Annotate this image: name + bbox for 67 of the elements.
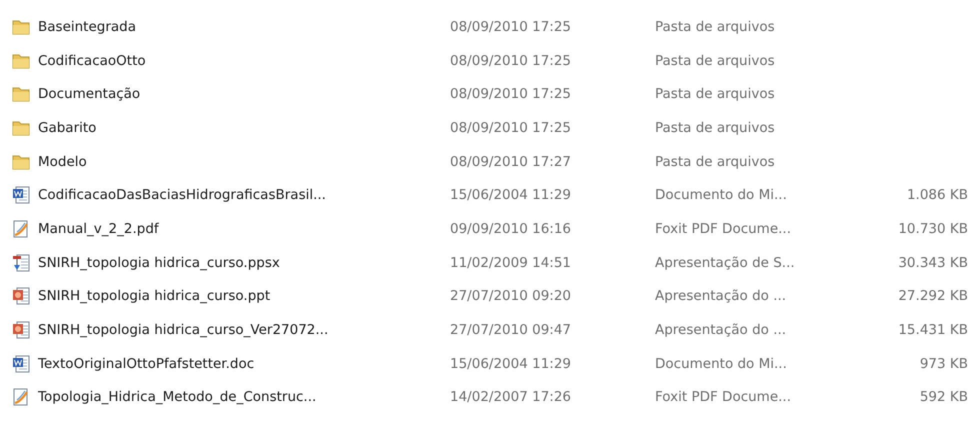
file-row[interactable]: Gabarito 08/09/2010 17:25 Pasta de arquivos bbox=[12, 111, 968, 145]
date-modified: 09/09/2010 16:16 bbox=[450, 220, 572, 237]
file-row[interactable]: Documentação 08/09/2010 17:25 Pasta de arquivos bbox=[12, 77, 968, 112]
pdf-document-icon bbox=[12, 220, 30, 238]
file-name: SNIRH_topologia hidrica_curso_Ver27072... bbox=[38, 322, 330, 338]
file-name: Baseintegrada bbox=[38, 18, 138, 35]
file-size: 30.343 KB bbox=[897, 254, 968, 271]
file-type: Pasta de arquivos bbox=[655, 18, 776, 35]
file-row[interactable]: SNIRH_topologia hidrica_curso_Ver27072... 27/07/2010 09:47 Apresentação do ... 15.431 KB bbox=[12, 313, 968, 347]
file-type: Pasta de arquivos bbox=[655, 86, 776, 102]
file-type: Pasta de arquivos bbox=[655, 120, 776, 136]
presentation-icon bbox=[12, 321, 30, 340]
folder-icon bbox=[12, 52, 30, 69]
date-modified: 08/09/2010 17:27 bbox=[450, 154, 572, 170]
file-name: TextoOriginalOttoPfafstetter.doc bbox=[38, 356, 256, 372]
file-row[interactable]: Manual_v_2_2.pdf 09/09/2010 16:16 Foxit PDF Docume... 10.730 KB bbox=[12, 212, 968, 246]
file-type: Pasta de arquivos bbox=[655, 52, 776, 69]
file-size: 10.730 KB bbox=[897, 220, 968, 237]
file-type: Foxit PDF Docume... bbox=[655, 389, 792, 406]
file-type: Documento do Mi... bbox=[655, 187, 788, 204]
file-name: Documentação bbox=[38, 86, 142, 102]
word-document-icon bbox=[12, 354, 30, 373]
file-type: Apresentação do ... bbox=[655, 288, 788, 304]
file-type: Apresentação do ... bbox=[655, 322, 788, 338]
folder-icon bbox=[12, 154, 30, 170]
date-modified: 08/09/2010 17:25 bbox=[450, 120, 572, 136]
date-modified: 15/06/2004 11:29 bbox=[450, 187, 572, 204]
file-name: SNIRH_topologia hidrica_curso.ppsx bbox=[38, 254, 281, 271]
file-name: Modelo bbox=[38, 154, 88, 170]
file-name: Topologia_Hidrica_Metodo_de_Construc... bbox=[38, 389, 318, 406]
date-modified: 08/09/2010 17:25 bbox=[450, 86, 572, 102]
date-modified: 14/02/2007 17:26 bbox=[450, 389, 572, 406]
folder-icon bbox=[12, 18, 30, 35]
folder-icon bbox=[12, 86, 30, 102]
word-document-icon bbox=[12, 186, 30, 204]
date-modified: 11/02/2009 14:51 bbox=[450, 254, 572, 271]
file-size: 973 KB bbox=[918, 356, 968, 372]
file-size: 1.086 KB bbox=[906, 187, 968, 204]
file-name: CodificacaoOtto bbox=[38, 52, 147, 69]
file-type: Pasta de arquivos bbox=[655, 154, 776, 170]
file-name: Manual_v_2_2.pdf bbox=[38, 220, 160, 237]
date-modified: 08/09/2010 17:25 bbox=[450, 18, 572, 35]
date-modified: 08/09/2010 17:25 bbox=[450, 52, 572, 69]
date-modified: 27/07/2010 09:47 bbox=[450, 322, 572, 338]
date-modified: 15/06/2004 11:29 bbox=[450, 356, 572, 372]
presentation-icon bbox=[12, 287, 30, 306]
folder-icon bbox=[12, 120, 30, 136]
file-name: Gabarito bbox=[38, 120, 98, 136]
file-row[interactable]: Baseintegrada 08/09/2010 17:25 Pasta de arquivos bbox=[12, 10, 968, 44]
file-name: CodificacaoDasBaciasHidrograficasBrasil... bbox=[38, 187, 327, 204]
file-size: 15.431 KB bbox=[897, 322, 968, 338]
file-row[interactable]: Topologia_Hidrica_Metodo_de_Construc... 14/02/2007 17:26 Foxit PDF Docume... 592 KB bbox=[12, 380, 968, 414]
file-type: Documento do Mi... bbox=[655, 356, 788, 372]
file-size: 592 KB bbox=[918, 389, 968, 406]
file-name: SNIRH_topologia hidrica_curso.ppt bbox=[38, 288, 272, 304]
pdf-document-icon bbox=[12, 388, 30, 406]
file-row[interactable]: CodificacaoDasBaciasHidrograficasBrasil... 15/06/2004 11:29 Documento do Mi... 1.086 KB bbox=[12, 178, 968, 212]
file-row[interactable]: CodificacaoOtto 08/09/2010 17:25 Pasta de arquivos bbox=[12, 44, 968, 78]
file-size: 27.292 KB bbox=[897, 288, 968, 304]
file-row[interactable]: Modelo 08/09/2010 17:27 Pasta de arquivos bbox=[12, 144, 968, 178]
file-type: Apresentação de S... bbox=[655, 254, 796, 271]
file-row[interactable]: SNIRH_topologia hidrica_curso.ppsx 11/02/2009 14:51 Apresentação de S... 30.343 KB bbox=[12, 246, 968, 280]
slideshow-icon bbox=[12, 254, 30, 272]
file-type: Foxit PDF Docume... bbox=[655, 220, 792, 237]
file-row[interactable]: TextoOriginalOttoPfafstetter.doc 15/06/2004 11:29 Documento do Mi... 973 KB bbox=[12, 346, 968, 381]
file-row[interactable]: SNIRH_topologia hidrica_curso.ppt 27/07/2010 09:20 Apresentação do ... 27.292 KB bbox=[12, 280, 968, 314]
date-modified: 27/07/2010 09:20 bbox=[450, 288, 572, 304]
